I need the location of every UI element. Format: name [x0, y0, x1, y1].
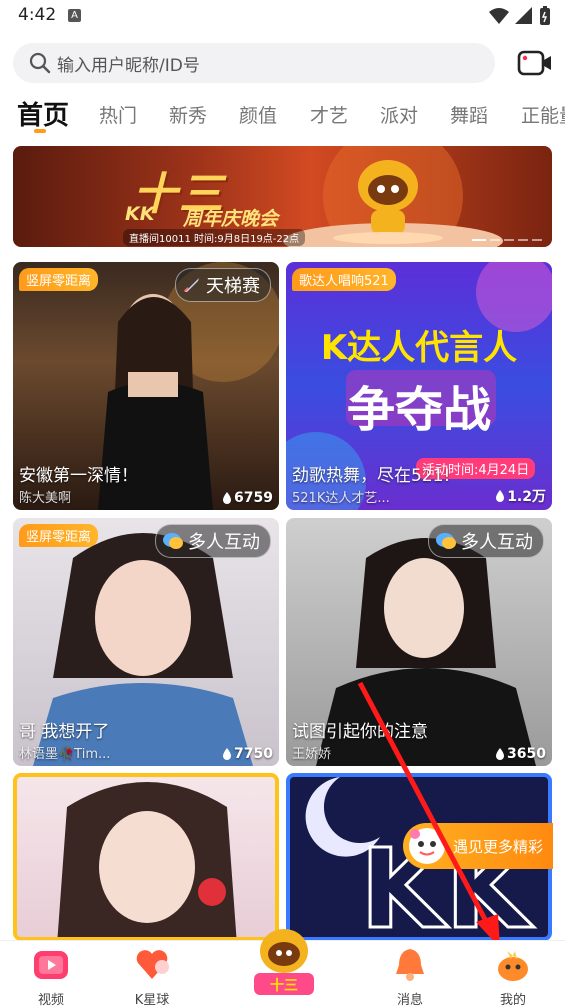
stream-card[interactable]: 竖屏零距离 天梯赛 安徽第一深情！ 陈大美啊 6759 [13, 262, 279, 510]
banner-dot [518, 239, 528, 241]
stream-card[interactable] [13, 773, 279, 941]
card-badge: 天梯赛 [175, 268, 271, 302]
tab-home[interactable]: 首页 [17, 95, 69, 132]
tab-positive[interactable]: 正能量 [521, 101, 565, 128]
flame-icon [496, 747, 505, 760]
card-subtitle: 王娇娇 [292, 747, 332, 762]
card-title: 安徽第一深情！ [19, 466, 138, 486]
viewer-count-value: 3650 [507, 746, 546, 762]
viewer-count: 7750 [222, 746, 273, 762]
banner-dot [472, 239, 486, 241]
status-icons [489, 6, 551, 26]
search-placeholder: 输入用户昵称/ID号 [57, 55, 200, 76]
status-time: 4:42 [18, 5, 57, 25]
card-badge: 多人互动 [428, 524, 544, 558]
banner-info: 直播间10011 时间:9月8日19点-22点 [123, 229, 306, 246]
promo-headline-main: 争夺战 [346, 382, 491, 438]
nav-label: K星球 [134, 993, 170, 1008]
stream-card[interactable]: 歌达人唱响521 K达人代言人 争夺战 活动时间:4月24日 劲歌热舞，尽在52… [286, 262, 552, 510]
mascot-icon [333, 160, 443, 244]
viewer-count-value: 6759 [234, 490, 273, 506]
tab-looks[interactable]: 颜值 [239, 101, 277, 128]
banner-dot [504, 239, 514, 241]
card-title: 劲歌热舞，尽在521! [292, 466, 451, 486]
flame-icon [223, 491, 232, 504]
tab-indicator [34, 129, 46, 133]
banner-dot [532, 239, 542, 241]
streamer-photo [57, 782, 237, 937]
viewer-count-value: 7750 [234, 746, 273, 762]
status-bar: 4:42 A [0, 0, 565, 32]
meet-more-label: 遇见更多精彩 [453, 837, 544, 856]
stream-card[interactable]: 多人互动 试图引起你的注意 王娇娇 3650 [286, 518, 552, 766]
card-tag: 歌达人唱响521 [292, 268, 396, 291]
tab-party[interactable]: 派对 [380, 101, 418, 128]
card-title: 哥 我想开了 [19, 722, 110, 742]
promo-headline: K达人代言人 [320, 328, 518, 368]
stream-card[interactable]: 竖屏零距离 多人互动 哥 我想开了 林语墨🥀Tim... 7750 [13, 518, 279, 766]
card-tag: 竖屏零距离 [19, 268, 99, 291]
search-row: 输入用户昵称/ID号 [13, 43, 553, 83]
tab-new[interactable]: 新秀 [169, 101, 207, 128]
card-tag: 竖屏零距离 [19, 524, 99, 547]
viewer-count: 1.2万 [495, 486, 546, 506]
nav-profile[interactable]: 我的 [478, 945, 548, 1008]
category-tabs: 首页 热门 新秀 颜值 才艺 派对 舞蹈 正能量 [0, 95, 565, 137]
tab-talent[interactable]: 才艺 [310, 101, 348, 128]
banner-subtitle: 周年庆晚会 [183, 208, 279, 230]
search-input[interactable]: 输入用户昵称/ID号 [13, 43, 495, 83]
card-subtitle: 林语墨🥀Tim... [19, 747, 111, 762]
card-badge-label: 多人互动 [188, 532, 260, 553]
svg-text:十三: 十三 [270, 977, 298, 994]
card-title: 试图引起你的注意 [292, 722, 428, 742]
card-subtitle: 521K达人才艺... [292, 491, 390, 506]
sword-icon [183, 278, 199, 293]
flame-icon [496, 489, 505, 502]
viewer-count: 6759 [222, 490, 273, 506]
card-badge: 多人互动 [155, 524, 271, 558]
nav-video[interactable]: 视频 [16, 945, 86, 1008]
bell-icon [396, 949, 424, 981]
nav-label: 消息 [396, 993, 423, 1008]
viewer-count-value: 1.2万 [507, 489, 546, 505]
battery-icon [540, 6, 550, 25]
profile-mascot-icon [498, 951, 528, 981]
heart-balloon-icon [136, 950, 169, 979]
wifi-icon [489, 8, 509, 24]
signal-icon [515, 7, 532, 24]
chat-bubble-icon [436, 533, 456, 549]
tab-dance[interactable]: 舞蹈 [450, 101, 488, 128]
card-subtitle: 陈大美啊 [19, 491, 72, 506]
promo-banner[interactable]: 十三 KK 周年庆晚会 直播间10011 时间:9月8日19点-22点 [13, 146, 552, 247]
nav-label: 视频 [37, 993, 64, 1008]
card-badge-label: 天梯赛 [206, 276, 260, 297]
banner-kk-logo: KK [125, 203, 155, 225]
banner-pagination [472, 239, 542, 241]
nav-messages[interactable]: 消息 [375, 945, 445, 1008]
card-badge-label: 多人互动 [461, 532, 533, 553]
notification-icon: A [68, 9, 81, 22]
banner-dot [490, 239, 500, 241]
chat-bubble-icon [163, 533, 183, 549]
mascot-face-icon [409, 828, 445, 864]
nav-label: 我的 [499, 993, 526, 1008]
video-camera-icon[interactable] [517, 47, 553, 79]
tv-icon [34, 951, 68, 979]
bottom-nav: 视频 K星球 十三 消息 我的 [0, 929, 565, 1008]
meet-more-button[interactable]: 遇见更多精彩 [403, 823, 553, 869]
anniversary-mascot-icon: 十三 [254, 929, 314, 995]
search-icon [29, 52, 51, 74]
viewer-count: 3650 [495, 746, 546, 762]
nav-kplanet[interactable]: K星球 [117, 945, 187, 1008]
flame-icon [223, 747, 232, 760]
tab-hot[interactable]: 热门 [99, 101, 137, 128]
nav-anniversary[interactable]: 十三 [248, 921, 320, 1007]
